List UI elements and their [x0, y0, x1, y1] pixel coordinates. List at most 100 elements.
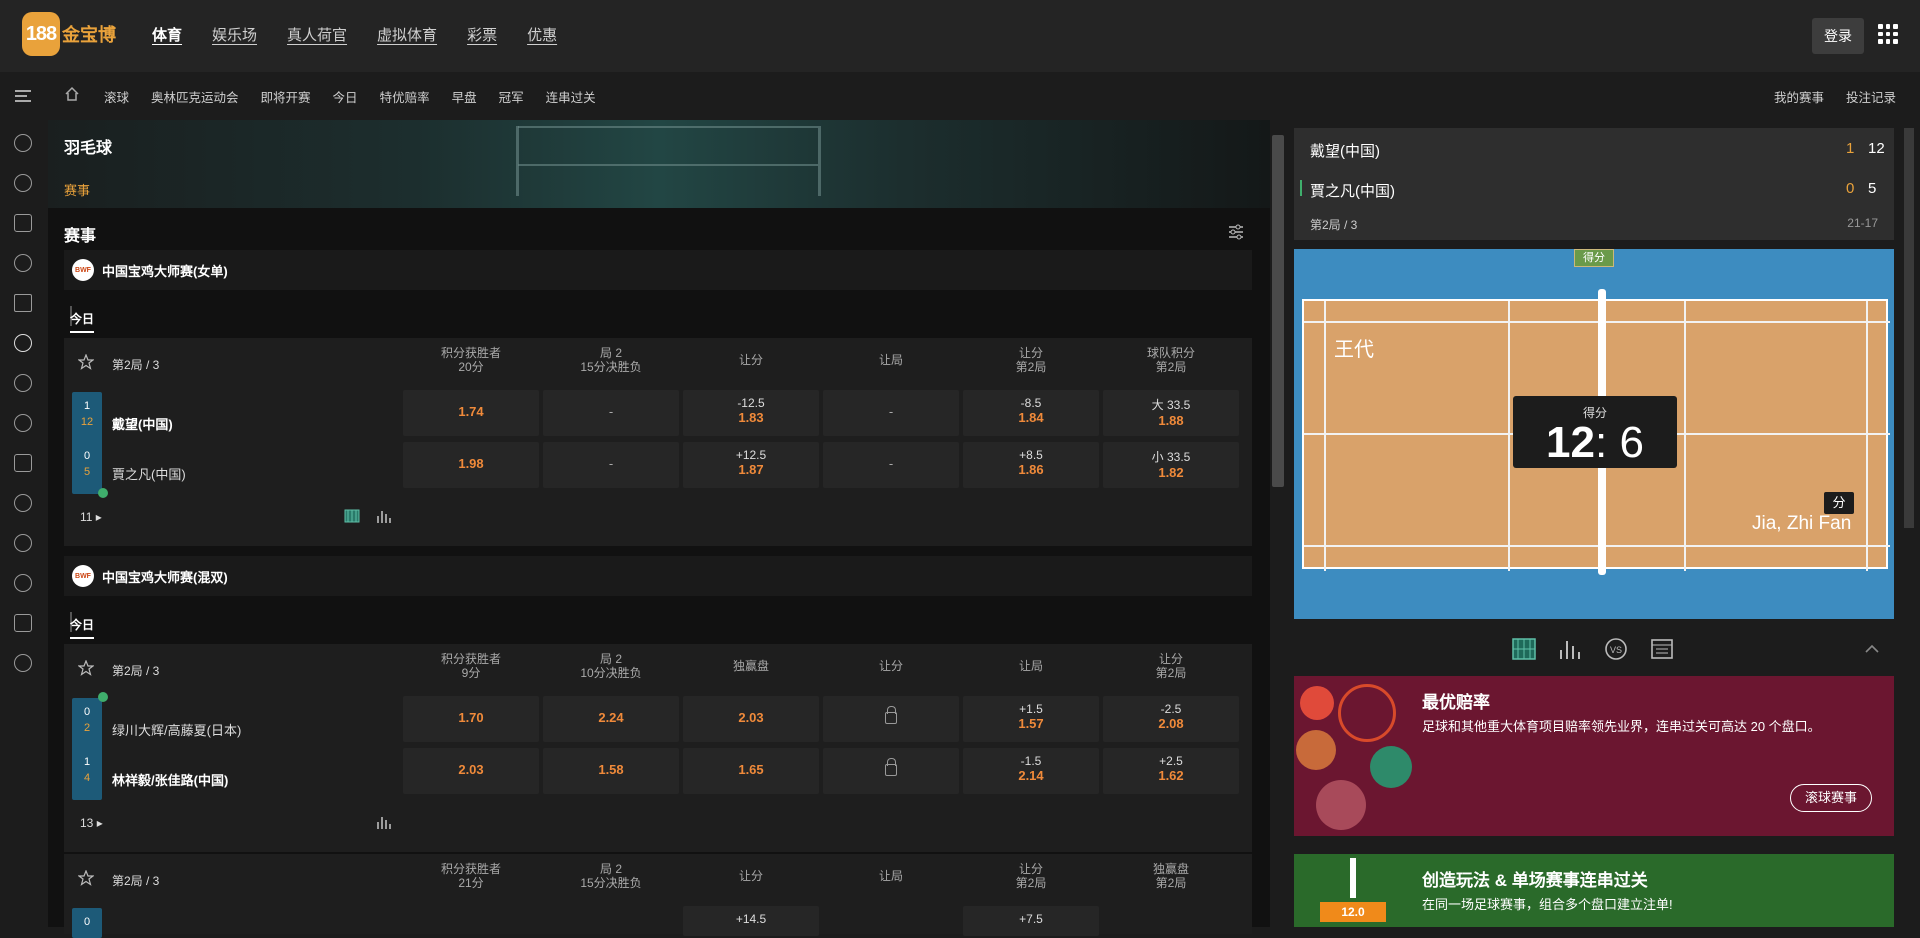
- login-button[interactable]: 登录: [1812, 18, 1864, 54]
- menu-icon[interactable]: [15, 90, 31, 102]
- golf-icon[interactable]: [14, 414, 32, 432]
- brand-logo[interactable]: 188 金宝博: [22, 12, 116, 56]
- competition-header[interactable]: BWF 中国宝鸡大师赛(混双): [64, 556, 1252, 596]
- main-content: 羽毛球 赛事 赛事 BWF 中国宝鸡大师赛(女单) 今日 第2局 / 3 积分获…: [48, 120, 1270, 938]
- scoresheet-icon[interactable]: [1650, 638, 1674, 660]
- home-icon[interactable]: [64, 86, 80, 102]
- table-tennis-icon[interactable]: [14, 494, 32, 512]
- more-markets-link[interactable]: 13 ▸: [80, 816, 103, 830]
- plus-sport-icon[interactable]: [14, 534, 32, 552]
- sub-nav-today[interactable]: 今日: [333, 87, 358, 106]
- court-view-icon[interactable]: [1512, 638, 1536, 660]
- filter-icon[interactable]: [1228, 224, 1244, 240]
- stats-icon[interactable]: [376, 508, 392, 524]
- main-nav-live-dealer[interactable]: 真人荷官: [287, 24, 347, 45]
- bet-history-link[interactable]: 投注记录: [1846, 87, 1896, 106]
- soccer-icon[interactable]: [14, 134, 32, 152]
- main-nav-promotions[interactable]: 优惠: [527, 24, 557, 45]
- esports-icon[interactable]: [14, 654, 32, 672]
- odds-cell[interactable]: 1.70: [403, 696, 539, 742]
- rugby-icon[interactable]: [14, 574, 32, 592]
- odds-cell: -: [823, 390, 959, 436]
- promo-title: 创造玩法 & 单场赛事连串过关: [1422, 871, 1648, 890]
- col-header: 局 2 15分决胜负: [580, 862, 642, 890]
- col-header: 让分: [878, 659, 903, 673]
- odds-cell[interactable]: +8.5 1.86: [963, 442, 1099, 488]
- sub-nav-parlay[interactable]: 连串过关: [546, 87, 596, 106]
- odds-cell[interactable]: 2.24: [543, 696, 679, 742]
- bwf-logo: BWF: [72, 259, 94, 281]
- team1-score: 0: [83, 916, 91, 928]
- panel-scrollbar-thumb[interactable]: [1904, 128, 1914, 528]
- favorite-star-icon[interactable]: [78, 870, 94, 886]
- promo-text: 足球和其他重大体育项目赔率领先业界，连串过关可高达 20 个盘口。: [1422, 719, 1821, 734]
- basketball-icon[interactable]: [14, 174, 32, 192]
- stats-icon[interactable]: [1558, 638, 1582, 660]
- odds-cell[interactable]: +14.5: [683, 906, 819, 936]
- col-header: 让分 第2局: [1015, 346, 1047, 374]
- odds-cell[interactable]: 1.65: [683, 748, 819, 794]
- sub-nav-upcoming[interactable]: 即将开赛: [261, 87, 311, 106]
- odds-cell[interactable]: 1.98: [403, 442, 539, 488]
- promo-card-best-odds[interactable]: 最优赔率 足球和其他重大体育项目赔率领先业界，连串过关可高达 20 个盘口。 滚…: [1294, 676, 1894, 836]
- promo-badge: 12.0: [1320, 902, 1386, 922]
- match-tracker-panel: 戴望(中国) 1 12 賈之凡(中国) 0 5 第2局 / 3 21-17 得分…: [1294, 128, 1894, 927]
- my-events-link[interactable]: 我的赛事: [1774, 87, 1824, 106]
- odds-cell[interactable]: +12.5 1.87: [683, 442, 819, 488]
- odds-cell[interactable]: +7.5: [963, 906, 1099, 936]
- main-nav-lottery[interactable]: 彩票: [467, 24, 497, 45]
- odds-cell[interactable]: 1.58: [543, 748, 679, 794]
- apps-grid-icon[interactable]: [1878, 24, 1898, 44]
- stats-icon[interactable]: [376, 814, 392, 830]
- competition-header[interactable]: BWF 中国宝鸡大师赛(女单): [64, 250, 1252, 290]
- main-nav-virtual[interactable]: 虚拟体育: [377, 24, 437, 45]
- swimming-icon[interactable]: [14, 294, 32, 312]
- odds-cell[interactable]: -1.5 2.14: [963, 748, 1099, 794]
- lock-icon: [885, 706, 897, 724]
- odds-cell[interactable]: -2.5 2.08: [1103, 696, 1239, 742]
- live-events-button[interactable]: 滚球赛事: [1790, 784, 1872, 812]
- more-markets-link[interactable]: 11 ▸: [80, 510, 102, 524]
- odds-cell: -: [543, 442, 679, 488]
- scrollbar-thumb[interactable]: [1272, 135, 1284, 487]
- main-nav: 体育 娱乐场 真人荷官 虚拟体育 彩票 优惠: [152, 24, 557, 45]
- sub-nav-best-odds[interactable]: 特优赔率: [380, 87, 430, 106]
- team2-score: 14: [83, 756, 91, 784]
- brand-badge: 188: [22, 12, 60, 56]
- badminton-icon[interactable]: [14, 334, 32, 352]
- odds-cell[interactable]: 大 33.5 1.88: [1103, 390, 1239, 436]
- odds-cell[interactable]: -8.5 1.84: [963, 390, 1099, 436]
- volleyball-icon[interactable]: [14, 254, 32, 272]
- odds-cell[interactable]: 1.74: [403, 390, 539, 436]
- court-view-icon[interactable]: [344, 508, 360, 524]
- col-header: 让局: [878, 353, 903, 367]
- baseball-icon[interactable]: [14, 374, 32, 392]
- sub-nav-early[interactable]: 早盘: [452, 87, 477, 106]
- tennis-icon[interactable]: [14, 214, 32, 232]
- scoreboard-points: 12: [1868, 140, 1885, 157]
- versus-icon[interactable]: VS: [1604, 638, 1628, 660]
- main-nav-casino[interactable]: 娱乐场: [212, 24, 257, 45]
- sub-nav-olympics[interactable]: 奥林匹克运动会: [151, 87, 239, 106]
- favorite-star-icon[interactable]: [78, 660, 94, 676]
- sub-nav-outright[interactable]: 冠军: [499, 87, 524, 106]
- team2-score: 05: [83, 450, 91, 478]
- odds-cell[interactable]: +2.5 1.62: [1103, 748, 1239, 794]
- athletics-icon[interactable]: [14, 614, 32, 632]
- day-tab[interactable]: 今日: [70, 616, 95, 639]
- trophy-icon[interactable]: [14, 454, 32, 472]
- collapse-chevron-icon[interactable]: [1864, 638, 1880, 660]
- sub-nav-live[interactable]: 滚球: [104, 87, 129, 106]
- odds-cell[interactable]: +1.5 1.57: [963, 696, 1099, 742]
- odds-cell[interactable]: 小 33.5 1.82: [1103, 442, 1239, 488]
- favorite-star-icon[interactable]: [78, 354, 94, 370]
- odds-cell[interactable]: 2.03: [403, 748, 539, 794]
- lock-icon: [885, 758, 897, 776]
- sport-sidebar: [0, 120, 46, 927]
- banner-tag[interactable]: 赛事: [64, 180, 90, 199]
- odds-cell[interactable]: -12.5 1.83: [683, 390, 819, 436]
- promo-card-same-game-parlay[interactable]: 12.0 创造玩法 & 单场赛事连串过关 在同一场足球赛事，组合多个盘口建立注单…: [1294, 854, 1894, 927]
- odds-cell[interactable]: 2.03: [683, 696, 819, 742]
- day-tab[interactable]: 今日: [70, 310, 95, 333]
- main-nav-sports[interactable]: 体育: [152, 24, 182, 45]
